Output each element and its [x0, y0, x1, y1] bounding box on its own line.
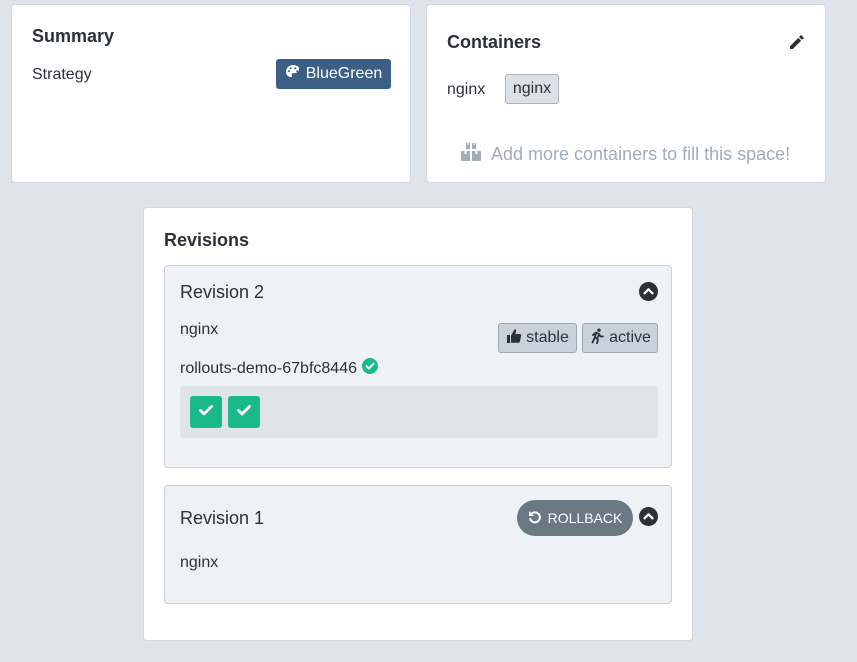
pod-healthy[interactable]	[190, 396, 222, 428]
add-containers-hint: Add more containers to fill this space!	[460, 142, 790, 167]
revisions-title: Revisions	[164, 230, 250, 250]
stable-tag: stable	[498, 323, 577, 353]
check-icon	[235, 401, 253, 424]
replicaset-row: rollouts-demo-67bfc8446	[180, 358, 378, 379]
active-tag: active	[582, 323, 658, 353]
strategy-value: BlueGreen	[305, 65, 383, 82]
check-icon	[197, 401, 215, 424]
thumbs-up-icon	[506, 328, 522, 349]
add-containers-text: Add more containers to fill this space!	[491, 144, 791, 164]
revision-2-title: Revision 2	[180, 282, 265, 302]
revision-2-panel: Revision 2 nginx stable active rollouts-…	[164, 265, 672, 468]
revision-1-title: Revision 1	[180, 508, 265, 528]
containers-card: Containers nginx nginx Add more containe…	[426, 4, 826, 183]
chevron-up-circle-icon[interactable]	[639, 507, 658, 526]
pods-strip	[180, 386, 658, 438]
pencil-icon[interactable]	[788, 33, 806, 51]
containers-title: Containers	[447, 32, 542, 52]
strategy-label: Strategy	[32, 66, 92, 83]
strategy-badge: BlueGreen	[276, 59, 391, 89]
container-image-field[interactable]: nginx	[505, 74, 559, 104]
revision-1-panel: Revision 1 ROLLBACK nginx	[164, 485, 672, 604]
rollback-button[interactable]: ROLLBACK	[517, 500, 633, 536]
palette-icon	[285, 64, 301, 85]
revision-1-image: nginx	[180, 554, 219, 571]
undo-icon	[528, 510, 542, 527]
boxes-icon	[460, 142, 482, 167]
running-icon	[589, 328, 605, 349]
stable-tag-label: stable	[526, 329, 569, 346]
rollback-label: ROLLBACK	[547, 510, 623, 526]
summary-title: Summary	[32, 26, 115, 46]
replicaset-name: rollouts-demo-67bfc8446	[180, 359, 357, 377]
pod-healthy[interactable]	[228, 396, 260, 428]
revision-2-image: nginx	[180, 321, 219, 338]
active-tag-label: active	[609, 329, 651, 346]
chevron-up-circle-icon[interactable]	[639, 282, 658, 301]
check-circle-icon	[362, 358, 378, 379]
container-name: nginx	[447, 81, 486, 98]
revisions-card: Revisions Revision 2 nginx stable active…	[143, 207, 693, 641]
summary-card: Summary Strategy BlueGreen	[11, 4, 411, 183]
